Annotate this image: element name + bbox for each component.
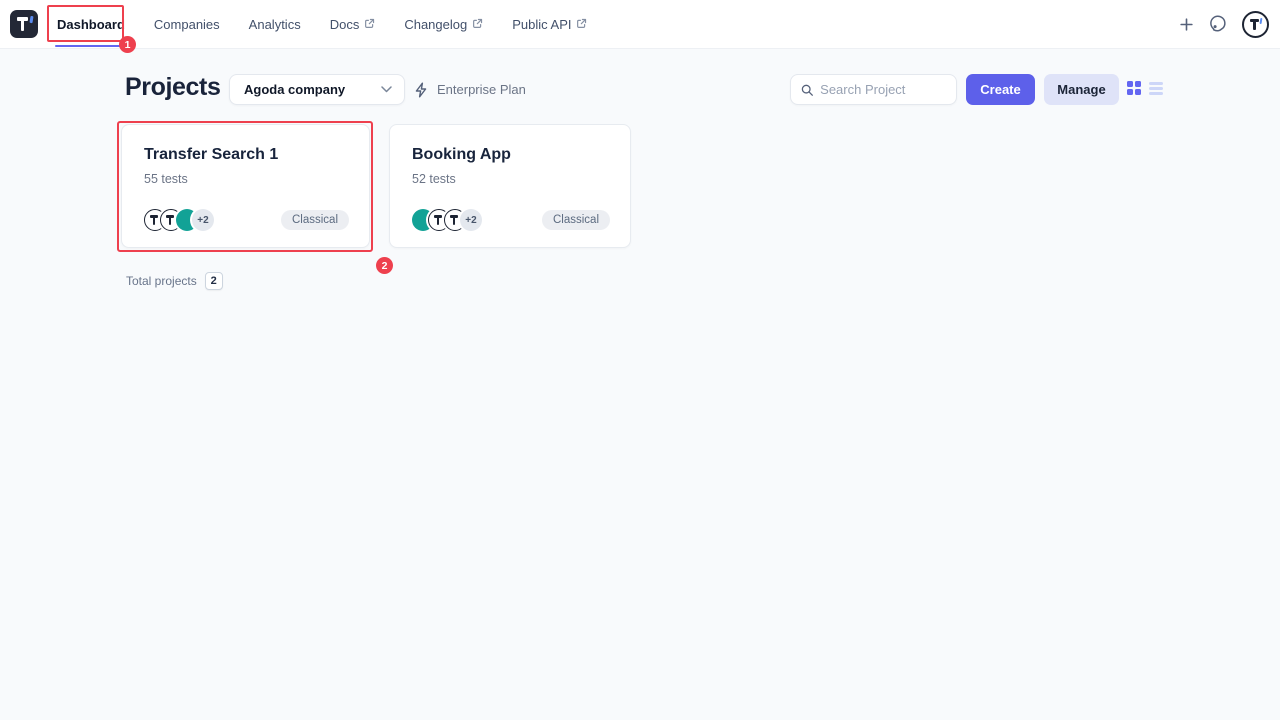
search-project-box — [790, 74, 957, 105]
nav-label: Public API — [512, 17, 571, 32]
total-projects-row: Total projects 2 — [126, 272, 223, 290]
app-logo[interactable] — [10, 10, 38, 38]
chevron-down-icon — [381, 86, 392, 93]
external-link-icon — [364, 18, 375, 29]
nav-item-companies[interactable]: Companies — [154, 0, 220, 48]
bolt-icon — [414, 82, 429, 98]
top-navbar: Dashboard Companies Analytics Docs Chang… — [0, 0, 1280, 49]
list-view-icon[interactable] — [1149, 82, 1163, 95]
project-tests-count: 52 tests — [412, 172, 456, 186]
nav-label: Companies — [154, 17, 220, 32]
nav-item-docs[interactable]: Docs — [330, 0, 376, 48]
page-title: Projects — [125, 73, 220, 102]
search-project-input[interactable] — [820, 82, 946, 97]
nav-item-analytics[interactable]: Analytics — [249, 0, 301, 48]
project-type-badge: Classical — [542, 210, 610, 230]
search-icon — [801, 83, 813, 97]
annotation-step-1: 1 — [119, 36, 136, 53]
nav-label: Dashboard — [57, 17, 125, 32]
external-link-icon — [576, 18, 587, 29]
plan-indicator: Enterprise Plan — [414, 74, 526, 105]
project-title: Booking App — [412, 146, 511, 164]
avatar-accent — [1260, 17, 1263, 23]
plan-label: Enterprise Plan — [437, 82, 526, 97]
nav-label: Docs — [330, 17, 360, 32]
header-actions — [1179, 0, 1269, 48]
company-selector-value: Agoda company — [244, 82, 345, 97]
member-avatar-count: +2 — [460, 209, 482, 231]
nav-label: Changelog — [404, 17, 467, 32]
nav-item-changelog[interactable]: Changelog — [404, 0, 483, 48]
main-nav: Dashboard Companies Analytics Docs Chang… — [57, 0, 587, 48]
headset-icon[interactable] — [1209, 15, 1227, 33]
manage-button[interactable]: Manage — [1044, 74, 1119, 105]
avatar-t-glyph — [1253, 19, 1256, 30]
member-avatars: +2 — [412, 209, 482, 231]
nav-label: Analytics — [249, 17, 301, 32]
total-projects-count: 2 — [205, 272, 223, 290]
project-card-footer: +2 Classical — [144, 209, 349, 231]
external-link-icon — [472, 18, 483, 29]
total-projects-label: Total projects — [126, 274, 197, 288]
project-tests-count: 55 tests — [144, 172, 188, 186]
company-selector-dropdown[interactable]: Agoda company — [229, 74, 405, 105]
logo-accent — [29, 16, 33, 23]
annotation-step-2: 2 — [376, 257, 393, 274]
project-card-footer: +2 Classical — [412, 209, 610, 231]
logo-t-glyph — [21, 17, 25, 31]
account-avatar[interactable] — [1242, 11, 1269, 38]
nav-item-dashboard[interactable]: Dashboard — [57, 0, 125, 48]
view-toggle-group — [1127, 81, 1163, 96]
grid-view-icon[interactable] — [1127, 81, 1142, 96]
project-card-booking-app[interactable]: Booking App 52 tests +2 Classical — [389, 124, 631, 248]
member-avatars: +2 — [144, 209, 214, 231]
plus-icon[interactable] — [1179, 17, 1194, 32]
create-button[interactable]: Create — [966, 74, 1035, 105]
project-title: Transfer Search 1 — [144, 146, 278, 164]
member-avatar-count: +2 — [192, 209, 214, 231]
project-card-transfer-search-1[interactable]: Transfer Search 1 55 tests +2 Classical — [121, 124, 370, 248]
project-type-badge: Classical — [281, 210, 349, 230]
nav-item-public-api[interactable]: Public API — [512, 0, 587, 48]
